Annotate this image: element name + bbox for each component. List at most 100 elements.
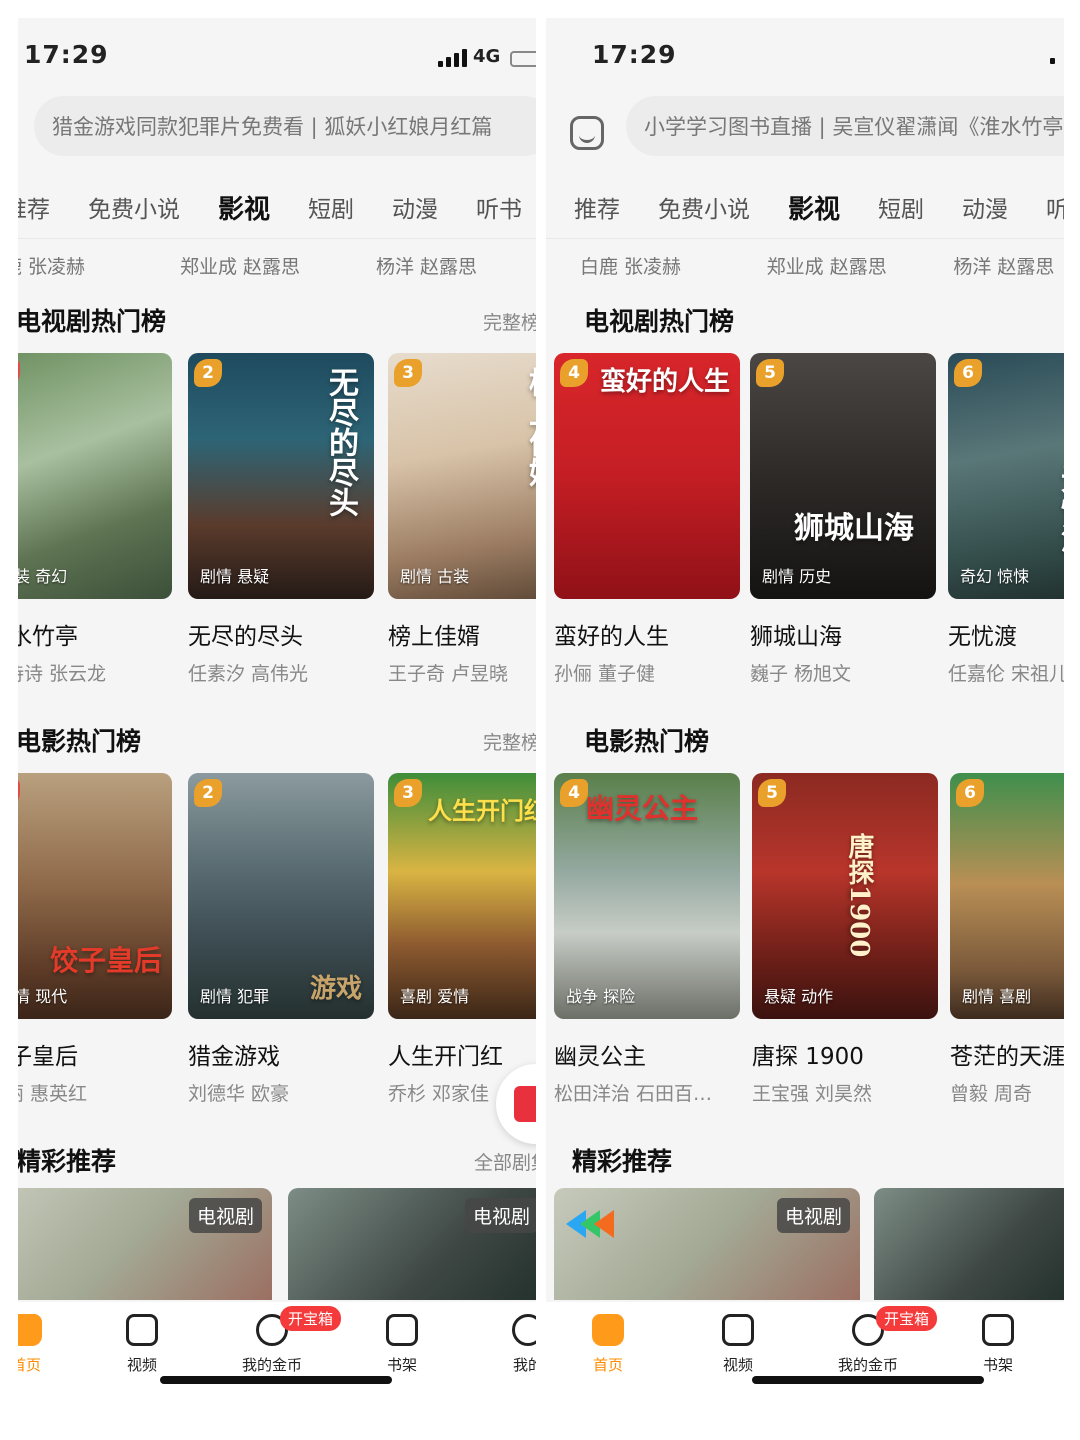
movie-section-header: 电影热门榜 完整榜单 <box>18 722 536 766</box>
rank-badge: 4 <box>560 779 588 807</box>
poster-title: 无尽的尽头 <box>323 367 358 517</box>
movie-cards: 1 饺子皇后 剧情 现代 饺子皇后 马丽 惠英红 2 游戏 剧情 犯罪 猎金游戏… <box>18 773 536 1106</box>
list-item[interactable]: 4 幽灵公主 战争 探险 幽灵公主 松田洋治 石田百… <box>554 773 740 1106</box>
poster: 1 古装 奇幻 <box>18 353 172 599</box>
nav-label: 我的金币 <box>241 1356 302 1374</box>
nav-me[interactable]: 我的 <box>478 1314 536 1375</box>
nav-label: 书架 <box>982 1356 1013 1374</box>
rank-badge: 6 <box>954 359 982 387</box>
nav-video[interactable]: 视频 <box>688 1314 788 1375</box>
list-item[interactable]: 4 蛮好的人生 蛮好的人生 孙俪 董子健 <box>554 353 740 686</box>
poster-title: 无忧渡 <box>1055 463 1064 553</box>
poster: 4 蛮好的人生 <box>554 353 740 599</box>
card-title: 榜上佳婿 <box>388 624 480 650</box>
list-item[interactable]: 5 唐探1900 悬疑 动作 唐探 1900 王宝强 刘昊然 <box>752 773 938 1106</box>
promo-section-header: 精彩推荐 <box>546 1142 1064 1186</box>
nav-home[interactable]: 首页 <box>558 1314 658 1375</box>
tab-anime[interactable]: 动漫 <box>962 190 1008 224</box>
genre-label: 剧情 喜剧 <box>962 987 1032 1006</box>
promo-card[interactable]: 电视剧 <box>554 1188 860 1300</box>
card-actors: 孙俪 董子健 <box>554 663 656 685</box>
category-tabs: 推荐 免费小说 影视 短剧 动漫 听书 <box>546 176 1064 238</box>
poster: 5 狮城山海 剧情 历史 <box>750 353 936 599</box>
nav-bookshelf[interactable]: 书架 <box>352 1314 452 1375</box>
tab-recommend[interactable]: 推荐 <box>574 190 620 224</box>
poster-title: 人生开门红 <box>428 796 536 825</box>
tv-section-header: 电视剧热门榜 <box>546 302 1064 346</box>
network-label: 4G <box>473 46 501 67</box>
tv-section-header: 电视剧热门榜 完整榜单 <box>18 302 536 346</box>
promo-card[interactable]: 电视剧 <box>288 1188 536 1300</box>
list-item[interactable]: 2 游戏 剧情 犯罪 猎金游戏 刘德华 欧豪 <box>188 773 374 1106</box>
tab-video[interactable]: 影视 <box>218 189 270 226</box>
tab-free-novel[interactable]: 免费小说 <box>88 190 180 224</box>
search-placeholder: 小学学习图书直播 | 吴宣仪翟潇闻《淮水竹亭》 <box>644 115 1064 139</box>
tab-audiobook[interactable]: 听书 <box>476 190 522 224</box>
nav-bookshelf[interactable]: 书架 <box>948 1314 1048 1375</box>
poster: 1 饺子皇后 剧情 现代 <box>18 773 172 1019</box>
genre-label: 剧情 犯罪 <box>200 987 270 1006</box>
search-input[interactable]: 小学学习图书直播 | 吴宣仪翟潇闻《淮水竹亭》 <box>626 96 1064 156</box>
card-actors: 任素汐 高伟光 <box>188 663 309 685</box>
nav-coins[interactable]: 开宝箱 我的金币 <box>818 1306 938 1375</box>
section-title: 精彩推荐 <box>18 1147 117 1176</box>
section-title: 电影热门榜 <box>584 727 710 756</box>
ai-assistant-icon[interactable] <box>570 116 604 150</box>
full-list-link[interactable]: 完整榜单 <box>483 728 536 755</box>
tab-audiobook[interactable]: 听书 <box>1046 190 1064 224</box>
nav-coins[interactable]: 开宝箱 我的金币 <box>222 1306 342 1375</box>
book-icon <box>386 1314 418 1346</box>
section-title: 电影热门榜 <box>18 727 142 756</box>
promo-badge: 电视剧 <box>464 1198 536 1233</box>
card-actors: 宋诗诗 张云龙 <box>18 663 107 685</box>
nav-home[interactable]: 首页 <box>18 1314 76 1375</box>
list-item[interactable]: 1 古装 奇幻 白水竹亭 宋诗诗 张云龙 <box>18 353 172 686</box>
list-item[interactable]: 2 无尽的尽头 剧情 悬疑 无尽的尽头 任素汐 高伟光 <box>188 353 374 686</box>
tab-recommend[interactable]: 推荐 <box>18 190 50 224</box>
card-actors: 马丽 惠英红 <box>18 1083 88 1105</box>
tab-free-novel[interactable]: 免费小说 <box>658 190 750 224</box>
status-time: 17:29 <box>592 40 677 69</box>
poster-title: 唐探1900 <box>844 833 874 958</box>
promo-card[interactable]: 电视剧 <box>18 1188 272 1300</box>
poster-title: 榜上佳婿 <box>523 367 536 487</box>
card-title: 蛮好的人生 <box>554 624 669 650</box>
list-item[interactable]: 3 榜上佳婿 剧情 古装 榜上佳婿 王子奇 卢昱晓 <box>388 353 536 686</box>
tab-short-drama[interactable]: 短剧 <box>878 190 924 224</box>
movie-section-header: 电影热门榜 <box>546 722 1064 766</box>
list-item[interactable]: 6 剧情 喜剧 苍茫的天涯 曾毅 周奇 <box>950 773 1064 1106</box>
list-item[interactable]: 3 人生开门红 喜剧 爱情 人生开门红 乔杉 邓家佳 <box>388 773 536 1106</box>
search-input[interactable]: 猎金游戏同款犯罪片免费看 | 狐妖小红娘月红篇 <box>34 96 536 156</box>
nav-label: 首页 <box>592 1356 623 1374</box>
list-item[interactable]: 1 饺子皇后 剧情 现代 饺子皇后 马丽 惠英红 <box>18 773 172 1106</box>
rank-badge: 5 <box>756 359 784 387</box>
nav-label: 视频 <box>722 1356 753 1374</box>
poster: 2 游戏 剧情 犯罪 <box>188 773 374 1019</box>
promo-card[interactable] <box>874 1188 1064 1300</box>
nav-video[interactable]: 视频 <box>92 1314 192 1375</box>
section-title: 电视剧热门榜 <box>18 307 167 336</box>
full-list-link[interactable]: 完整榜单 <box>483 308 536 335</box>
right-screenshot: 17:29 小学学习图书直播 | 吴宣仪翟潇闻《淮水竹亭》 推荐 免费小说 影视… <box>546 18 1064 1410</box>
nav-label: 视频 <box>126 1356 157 1374</box>
poster: 3 人生开门红 喜剧 爱情 <box>388 773 536 1019</box>
list-item[interactable]: 6 无忧渡 奇幻 惊悚 无忧渡 任嘉伦 宋祖儿 <box>948 353 1064 686</box>
tab-video[interactable]: 影视 <box>788 189 840 226</box>
card-title: 无尽的尽头 <box>188 624 303 650</box>
actor-text: 杨洋 赵露思 <box>376 256 478 278</box>
tab-short-drama[interactable]: 短剧 <box>308 190 354 224</box>
book-icon <box>982 1314 1014 1346</box>
prev-row-actors: 白鹿 张凌赫 郑业成 赵露思 杨洋 赵露思 <box>546 238 1064 298</box>
actor-text: 杨洋 赵露思 <box>953 256 1055 278</box>
all-series-link[interactable]: 全部剧集 <box>474 1148 536 1175</box>
rank-badge: 1 <box>18 359 20 387</box>
poster-title: 幽灵公主 <box>586 792 699 825</box>
card-title: 苍茫的天涯 <box>950 1044 1064 1070</box>
list-item[interactable]: 5 狮城山海 剧情 历史 狮城山海 巍子 杨旭文 <box>750 353 936 686</box>
promo-row: 电视剧 <box>546 1188 1064 1308</box>
home-icon <box>592 1314 624 1346</box>
genre-label: 剧情 悬疑 <box>200 567 270 586</box>
tab-anime[interactable]: 动漫 <box>392 190 438 224</box>
prev-row-actors: 白鹿 张凌赫 郑业成 赵露思 杨洋 赵露思 <box>18 238 536 298</box>
card-title: 幽灵公主 <box>554 1044 646 1070</box>
